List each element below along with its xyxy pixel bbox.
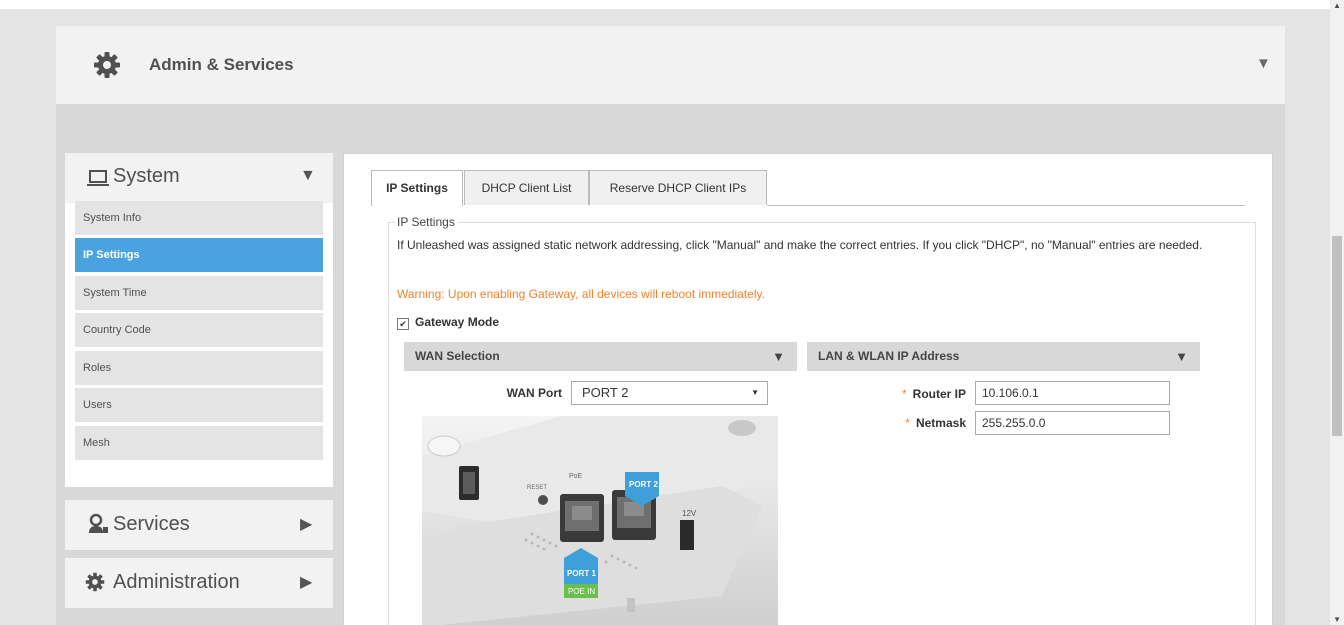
laptop-icon — [87, 170, 109, 186]
checkbox-checked-icon[interactable]: ✔ — [397, 318, 409, 330]
sidebar-item-country-code[interactable]: Country Code — [75, 313, 323, 347]
sidebar-section-administration[interactable]: Administration ▶ — [65, 558, 333, 608]
scroll-up-icon[interactable]: ▲ — [1333, 1, 1341, 10]
gateway-warning: Warning: Upon enabling Gateway, all devi… — [397, 287, 765, 301]
port1-text: PORT 1 — [567, 569, 596, 578]
tab-dhcp-client-list[interactable]: DHCP Client List — [464, 170, 589, 205]
wan-port-label: WAN Port — [506, 386, 562, 400]
sidebar-item-ip-settings[interactable]: IP Settings — [75, 238, 323, 272]
required-star: * — [901, 387, 907, 401]
browser-top-strip — [0, 0, 1330, 9]
reset-text: RESET — [527, 485, 547, 491]
sidebar-item-system-time[interactable]: System Time — [75, 276, 323, 310]
triangle-down-icon: ▼ — [772, 349, 785, 364]
triangle-right-icon: ▶ — [300, 574, 313, 591]
sidebar-item-mesh[interactable]: Mesh — [75, 426, 323, 460]
services-icon — [89, 513, 108, 533]
sidebar-item-system-info[interactable]: System Info — [75, 201, 323, 235]
triangle-down-icon: ▼ — [300, 167, 316, 184]
sidebar-section-system[interactable]: System ▼ — [65, 153, 333, 203]
ip-settings-description: If Unleashed was assigned static network… — [397, 238, 1203, 252]
caret-down-icon: ▼ — [751, 388, 759, 397]
volt-text: 12V — [682, 509, 697, 518]
sidebar-system-label: System — [113, 165, 180, 187]
access-point-illustration: RESET PoE 12V PORT 2 PORT 1 POE IN — [422, 416, 778, 625]
sidebar-item-users[interactable]: Users — [75, 388, 323, 422]
tab-reserve-dhcp-client-ips[interactable]: Reserve DHCP Client IPs — [589, 170, 767, 205]
required-star: * — [905, 416, 910, 430]
sidebar-item-roles[interactable]: Roles — [75, 351, 323, 385]
netmask-label-text: Netmask — [915, 416, 966, 430]
poe-text: PoE — [569, 473, 583, 480]
sidebar-administration-label: Administration — [113, 571, 240, 593]
port2-text: PORT 2 — [629, 480, 658, 489]
wan-selection-header[interactable]: WAN Selection ▼ — [404, 342, 797, 371]
sidebar-services-label: Services — [113, 513, 190, 535]
triangle-down-icon: ▼ — [1175, 349, 1188, 364]
gateway-mode-checkbox[interactable]: ✔ Gateway Mode — [397, 315, 499, 330]
router-ip-label: * Router IP — [860, 387, 966, 401]
page-scrollbar[interactable]: ▲ ▼ — [1330, 0, 1344, 625]
wan-port-value: PORT 2 — [582, 385, 629, 400]
gateway-mode-label: Gateway Mode — [415, 315, 500, 329]
gear-icon — [85, 572, 105, 592]
poe-in-text: POE IN — [568, 587, 595, 596]
lan-wlan-title: LAN & WLAN IP Address — [818, 349, 960, 363]
lan-wlan-header[interactable]: LAN & WLAN IP Address ▼ — [807, 342, 1200, 371]
collapse-icon[interactable]: ▼ — [1256, 55, 1271, 72]
wan-port-select[interactable]: PORT 2 ▼ — [571, 381, 768, 405]
router-ip-label-text: Router IP — [912, 387, 966, 401]
netmask-label: * Netmask — [860, 416, 966, 430]
wan-selection-title: WAN Selection — [415, 349, 500, 363]
tab-ip-settings[interactable]: IP Settings — [371, 170, 463, 206]
scrollbar-thumb[interactable] — [1332, 236, 1342, 436]
header-title: Admin & Services — [149, 55, 294, 74]
router-ip-input[interactable]: 10.106.0.1 — [975, 381, 1170, 405]
gear-icon — [94, 52, 120, 78]
device-ports-image: RESET PoE 12V PORT 2 PORT 1 POE IN — [422, 416, 778, 625]
triangle-right-icon: ▶ — [300, 516, 313, 533]
netmask-input[interactable]: 255.255.0.0 — [975, 411, 1170, 435]
ip-settings-legend: IP Settings — [395, 215, 458, 229]
sidebar-section-services[interactable]: Services ▶ — [65, 500, 333, 550]
scroll-down-icon[interactable]: ▼ — [1333, 615, 1341, 624]
tab-underline — [767, 205, 1245, 206]
